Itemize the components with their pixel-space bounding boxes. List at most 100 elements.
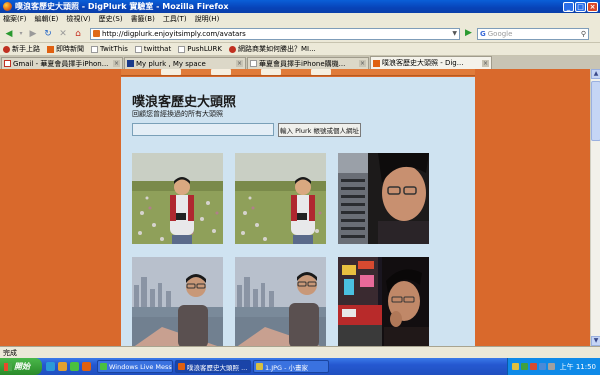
taskbar-item-firefox[interactable]: 噗浪客歷史大頭照 ... xyxy=(175,360,251,373)
minimize-button[interactable]: _ xyxy=(563,1,574,12)
clock[interactable]: 上午 11:50 xyxy=(560,362,596,372)
tab-close-icon[interactable]: × xyxy=(359,60,366,67)
bookmark-item[interactable]: 新手上路 xyxy=(3,44,40,54)
avatar-photo[interactable] xyxy=(132,153,223,244)
menu-bookmarks[interactable]: 書籤(B) xyxy=(131,14,155,24)
nav-pill[interactable] xyxy=(211,69,231,75)
avatar-photo[interactable] xyxy=(132,257,223,346)
firefox-icon xyxy=(178,363,185,370)
go-arrow-icon[interactable]: ▶ xyxy=(463,28,474,39)
vertical-scrollbar[interactable]: ▲ ▼ xyxy=(590,69,600,346)
menu-bar: 檔案(F) 編輯(E) 檢視(V) 歷史(S) 書籤(B) 工具(T) 說明(H… xyxy=(0,13,600,25)
status-text: 完成 xyxy=(3,348,17,357)
search-placeholder[interactable]: Google xyxy=(488,30,579,38)
bookmark-icon xyxy=(228,45,236,53)
ie-icon[interactable] xyxy=(46,362,55,371)
bookmark-icon xyxy=(3,45,10,53)
nav-pill[interactable] xyxy=(261,69,281,75)
menu-edit[interactable]: 編輯(E) xyxy=(35,14,59,24)
menu-tools[interactable]: 工具(T) xyxy=(163,14,187,24)
close-button[interactable]: × xyxy=(587,1,598,12)
stop-icon[interactable]: ✕ xyxy=(57,28,69,40)
firefox-icon xyxy=(3,2,12,11)
firefox-icon[interactable] xyxy=(82,362,91,371)
tab-close-icon[interactable]: × xyxy=(113,60,120,67)
tab-gmail[interactable]: Gmail - 華夏會員擇手iPhon... × xyxy=(1,57,123,69)
search-box[interactable]: G Google ⚲ xyxy=(477,27,589,40)
system-tray: 上午 11:50 xyxy=(506,358,600,375)
status-bar: 完成 xyxy=(0,346,600,358)
myspace-icon xyxy=(127,60,134,67)
tray-icon[interactable] xyxy=(538,363,546,370)
volume-icon[interactable] xyxy=(547,363,555,370)
page-title: 噗浪客歷史大頭照 xyxy=(132,95,237,110)
site-favicon-icon xyxy=(93,30,100,37)
scrollbar-thumb[interactable] xyxy=(591,81,600,141)
paint-icon xyxy=(256,363,263,370)
menu-view[interactable]: 檢視(V) xyxy=(66,14,90,24)
page-icon xyxy=(250,60,257,67)
submit-button[interactable]: 輸入 Plurk 帳號或個人網址 xyxy=(278,123,361,137)
tab-digplurk[interactable]: 噗浪客歷史大頭照 - Dig... × xyxy=(370,56,492,69)
main-panel: 噗浪客歷史大頭照 回顧您曾經換過的所有大頭照 輸入 Plurk 帳號或個人網址 xyxy=(121,77,475,346)
tab-strip: Gmail - 華夏會員擇手iPhon... × My plurk , My s… xyxy=(0,56,600,69)
menu-help[interactable]: 說明(H) xyxy=(195,14,220,24)
back-arrow-icon[interactable]: ◀ xyxy=(3,28,15,40)
messenger-icon[interactable] xyxy=(70,362,79,371)
tray-icon[interactable] xyxy=(511,363,519,370)
tab-myspace[interactable]: My plurk , My space × xyxy=(124,57,246,69)
page-content: 噗浪客歷史大頭照 回顧您曾經換過的所有大頭照 輸入 Plurk 帳號或個人網址 xyxy=(0,69,590,346)
google-icon[interactable]: G xyxy=(480,30,486,38)
avatar-image xyxy=(235,257,326,346)
tab-iphone[interactable]: 華夏會員擇手iPhone購機... × xyxy=(247,57,369,69)
avatar-photo[interactable] xyxy=(235,153,326,244)
nav-pill[interactable] xyxy=(161,69,181,75)
page-icon xyxy=(134,45,142,53)
tray-icon[interactable] xyxy=(529,363,537,370)
start-button[interactable]: 開始 xyxy=(0,358,42,375)
tray-icon[interactable] xyxy=(520,363,528,370)
plurk-icon xyxy=(373,59,380,67)
home-icon[interactable]: ⌂ xyxy=(72,28,84,40)
tab-close-icon[interactable]: × xyxy=(236,60,243,67)
url-dropdown-icon[interactable]: ▼ xyxy=(452,30,457,37)
avatar-photo[interactable] xyxy=(235,257,326,346)
bookmark-item[interactable]: 網路商業如何勝出？MI... xyxy=(228,44,316,54)
nav-pill[interactable] xyxy=(311,69,331,75)
menu-history[interactable]: 歷史(S) xyxy=(99,14,123,24)
window-title: 噗浪客歷史大頭照 - DigPlurk 實驗室 - Mozilla Firefo… xyxy=(15,2,229,11)
page-description: 回顧您曾經換過的所有大頭照 xyxy=(132,110,223,118)
dropdown-icon[interactable]: ▾ xyxy=(18,28,24,40)
bookmark-item[interactable]: 即時新聞 xyxy=(47,44,84,54)
folder-icon[interactable] xyxy=(58,362,67,371)
maximize-button[interactable]: □ xyxy=(575,1,586,12)
url-text[interactable]: http://digplurk.enjoyitsimply.com/avatar… xyxy=(102,30,450,38)
bookmark-item[interactable]: TwitThis xyxy=(91,45,128,53)
search-icon[interactable]: ⚲ xyxy=(581,30,588,38)
reload-icon[interactable]: ↻ xyxy=(42,28,54,40)
avatar-image xyxy=(132,257,223,346)
address-bar[interactable]: http://digplurk.enjoyitsimply.com/avatar… xyxy=(90,27,460,40)
windows-taskbar: 開始 Windows Live Messen... 噗浪客歷史大頭照 ... 1… xyxy=(0,358,600,375)
avatar-image xyxy=(338,257,429,346)
bookmark-item[interactable]: PushLURK xyxy=(178,45,222,53)
avatar-photo[interactable] xyxy=(338,257,429,346)
quick-launch xyxy=(42,362,95,371)
bookmark-item[interactable]: twitthat xyxy=(134,45,171,53)
menu-file[interactable]: 檔案(F) xyxy=(3,14,27,24)
scroll-down-icon[interactable]: ▼ xyxy=(591,336,600,346)
gmail-icon xyxy=(4,60,11,67)
windows-logo-icon xyxy=(4,362,12,371)
scroll-up-icon[interactable]: ▲ xyxy=(591,69,600,79)
page-icon xyxy=(91,45,98,53)
messenger-icon xyxy=(100,363,107,370)
forward-arrow-icon[interactable]: ▶ xyxy=(27,28,39,40)
taskbar-item-messenger[interactable]: Windows Live Messen... xyxy=(97,360,173,373)
tab-close-icon[interactable]: × xyxy=(482,59,489,67)
navigation-toolbar: ◀ ▾ ▶ ↻ ✕ ⌂ http://digplurk.enjoyitsimpl… xyxy=(0,25,600,43)
avatar-photo[interactable] xyxy=(338,153,429,244)
bookmarks-bar: 新手上路 即時新聞 TwitThis twitthat PushLURK 網路商… xyxy=(0,43,600,56)
taskbar-item-paint[interactable]: 1.JPG - 小畫家 xyxy=(253,360,329,373)
rss-icon xyxy=(47,45,54,53)
plurk-account-input[interactable] xyxy=(132,123,274,136)
